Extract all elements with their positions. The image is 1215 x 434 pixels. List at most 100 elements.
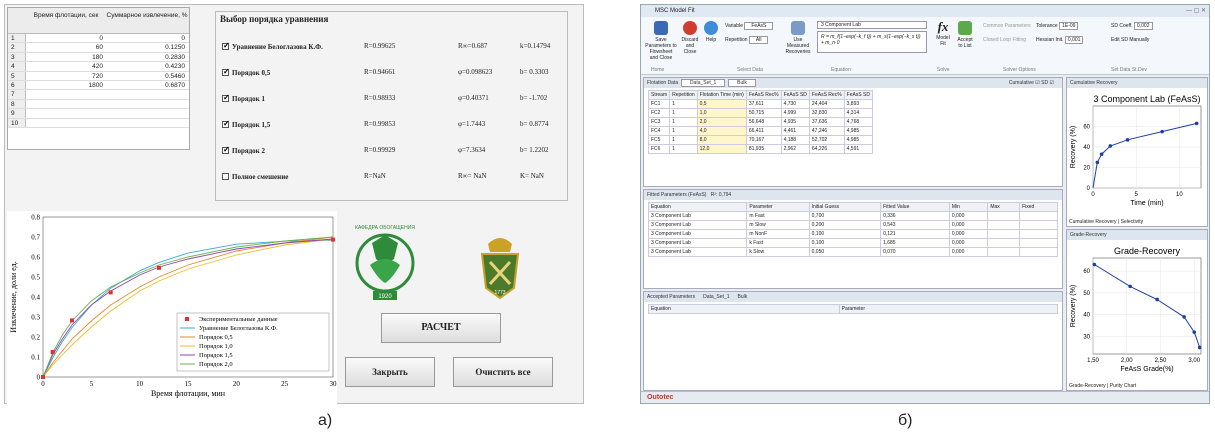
flotation-table[interactable]: Stream Repetition Flotation Time (min) FeAs… [647,90,873,154]
table-cell[interactable]: 37,611 [745,99,782,109]
time-cell[interactable]: 60 [26,43,106,52]
close-button[interactable]: Закрыть [345,357,435,387]
equation-select[interactable]: 3 Component Lab R = m_f(1−exp(−k_f t)) + … [817,21,927,53]
equation-checkbox-row[interactable]: Порядок 0,5 [222,67,270,77]
column-header[interactable]: Equation [647,202,748,212]
accepted-tab[interactable]: Accepted Parameters [647,294,695,300]
table-cell[interactable]: m Slow [746,220,810,230]
data-set-select[interactable]: Data_Set_1 [680,79,726,87]
table-cell[interactable] [1019,229,1058,239]
table-cell[interactable]: 32,830 [808,108,845,118]
column-header[interactable]: Fixed [1019,202,1058,212]
table-cell[interactable]: 4,985 [843,126,873,136]
table-cell[interactable]: 66,411 [745,126,782,136]
table-row[interactable]: 2 60 0.1250 [8,43,189,53]
table-row[interactable]: 3 180 0.2830 [8,52,189,63]
recovery-cell[interactable]: 0.4230 [106,62,188,71]
table-cell[interactable]: 4,188 [780,135,810,145]
calculate-button[interactable]: РАСЧЕТ [381,313,501,343]
table-cell[interactable] [1019,211,1058,221]
flotation-row[interactable]: FC1 1 0,5 37,611 4,730 24,404 3,893 [647,99,873,109]
table-cell[interactable]: FC4 [647,126,671,136]
use-measured-button[interactable]: Use Measured Recoveries [783,21,813,55]
common-params-checkbox[interactable]: Common Parameters [983,23,1031,29]
cumulative-checkbox[interactable]: Cumulative [1009,80,1034,86]
table-cell[interactable]: 52,702 [808,135,845,145]
purity-tab[interactable]: Purity Chart [1110,383,1136,389]
table-cell[interactable] [987,211,1021,221]
recovery-cell[interactable]: 0.5460 [106,72,188,81]
recovery-cell[interactable]: 0 [106,34,188,43]
equation-checkbox-row[interactable]: Полное смешение [222,172,288,181]
table-cell[interactable] [987,220,1021,230]
table-cell[interactable]: 70,167 [745,135,782,145]
fitted-row[interactable]: 3 Component Lab m Slow 0,200 0,543 0,000 [647,220,1058,230]
recovery-cell[interactable]: 0.1250 [106,43,188,52]
table-cell[interactable]: 1 [669,144,698,154]
table-cell[interactable] [987,238,1021,248]
table-cell[interactable]: 0,336 [880,211,950,221]
table-cell[interactable]: FC5 [647,135,671,145]
table-cell[interactable]: 37,636 [808,117,845,127]
flotation-row[interactable]: FC5 1 8,0 70,167 4,188 52,702 4,985 [647,135,873,145]
table-cell[interactable]: 0,100 [808,229,882,239]
table-cell[interactable]: m NonF [746,229,810,239]
table-cell[interactable]: 0,000 [948,238,989,248]
data-table[interactable]: Время флотации, сек Суммарное извлечение… [7,7,190,150]
table-cell[interactable]: 3 Component Lab [647,220,748,230]
equation-checkbox-row[interactable]: Порядок 2 [222,145,265,155]
sd-checkbox[interactable]: SD [1041,80,1048,86]
edit-sd-checkbox[interactable]: Edit SD Manually [1111,37,1149,43]
column-header[interactable]: Stream [647,90,671,100]
table-row[interactable]: 7 [8,90,189,100]
column-header[interactable]: Fitted Value [880,202,950,212]
column-header[interactable]: FeAsS Rec% [808,90,845,100]
table-cell[interactable]: 4,935 [780,117,810,127]
hessian-field[interactable]: Hessian Init. 0,001 [1036,36,1084,44]
column-header[interactable]: Flotation Time (min) [696,90,747,100]
table-cell[interactable]: k Slow [746,247,810,257]
table-cell[interactable]: 1 [669,99,698,109]
table-cell[interactable]: 1 [669,117,698,127]
time-cell[interactable]: 720 [26,72,106,81]
table-cell[interactable] [987,247,1021,257]
window-controls[interactable]: — ▢ ✕ [1186,7,1206,14]
column-header[interactable]: Min [948,202,989,212]
table-cell[interactable]: 0,5 [696,99,747,109]
checkbox[interactable] [222,173,229,180]
table-cell[interactable]: 0,200 [808,220,882,230]
table-cell[interactable]: FC3 [647,117,671,127]
model-fit-button[interactable]: fx Model Fit [933,19,953,47]
table-cell[interactable]: 81,935 [745,144,782,154]
table-cell[interactable]: 0,543 [880,220,950,230]
variable-select[interactable]: Variable FeAsS [725,22,774,30]
fitted-tab[interactable]: Fitted Parameters (FeAsS) [647,192,706,198]
table-cell[interactable]: 56,648 [745,117,782,127]
table-cell[interactable]: 1 [669,108,698,118]
table-row[interactable]: 100 [8,34,189,44]
flotation-row[interactable]: FC2 1 1,0 50,715 4,999 32,830 4,314 [647,108,873,118]
table-cell[interactable]: 4,591 [843,144,873,154]
table-cell[interactable] [1019,247,1058,257]
table-cell[interactable]: 4,768 [843,117,873,127]
table-row[interactable]: 9 [8,109,189,119]
table-cell[interactable]: FC1 [647,99,671,109]
table-cell[interactable]: 3,893 [843,99,873,109]
table-cell[interactable]: 0,700 [808,211,882,221]
save-parameters-button[interactable]: Save Parameters to Flowsheet and Close [645,21,677,61]
table-cell[interactable]: FC6 [647,144,671,154]
table-cell[interactable]: 1 [669,135,698,145]
column-header[interactable]: Max [987,202,1021,212]
table-cell[interactable]: 4,461 [780,126,810,136]
fitted-row[interactable]: 3 Component Lab m Fast 0,700 0,336 0,000 [647,211,1058,221]
table-cell[interactable]: 4,985 [843,135,873,145]
table-row[interactable]: 10 [8,118,189,128]
time-cell[interactable]: 0 [26,34,106,43]
fitted-row[interactable]: 3 Component Lab m NonF 0,100 0,121 0,000 [647,229,1058,239]
cumrec-tab[interactable]: Cumulative Recovery [1069,219,1117,225]
column-header[interactable]: FeAsS SD [780,90,810,100]
selectivity-tab[interactable]: Selectivity [1121,219,1144,225]
table-cell[interactable]: 2,0 [696,117,747,127]
table-cell[interactable]: 3 Component Lab [647,247,748,257]
time-cell[interactable]: 180 [26,53,106,62]
